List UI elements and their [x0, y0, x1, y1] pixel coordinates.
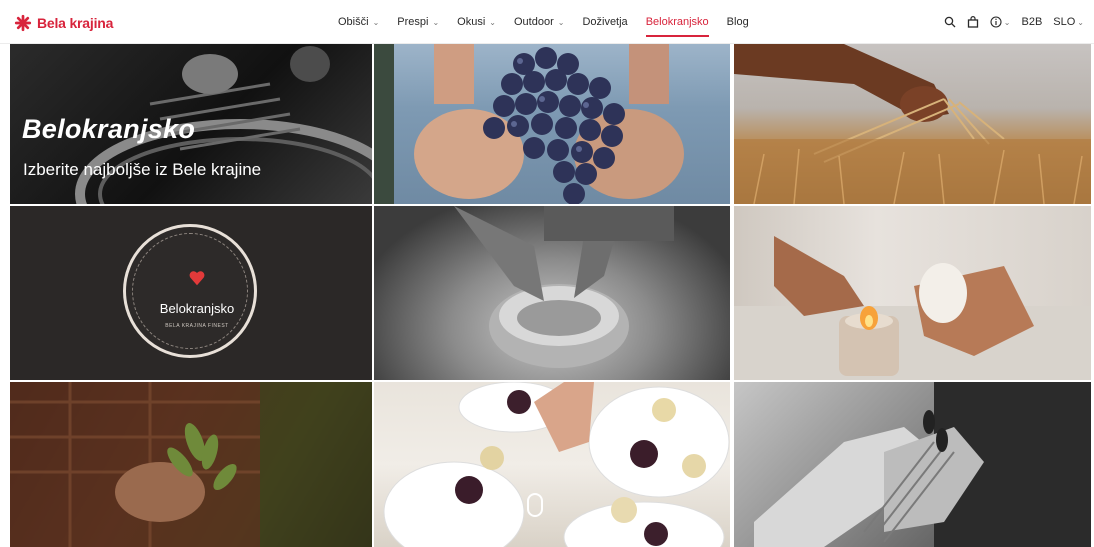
- pottery-tile[interactable]: [374, 206, 730, 380]
- egg-painting-image: [734, 236, 1091, 380]
- nav-item-dozivetja[interactable]: Doživetja: [582, 0, 627, 44]
- nav-item-outdoor[interactable]: Outdoor ⌄: [514, 0, 564, 44]
- nav-label: Prespi: [397, 16, 429, 28]
- info-button[interactable]: ⌄: [990, 16, 1011, 28]
- heart-icon: [189, 271, 205, 286]
- language-selector[interactable]: SLO ⌄: [1053, 16, 1084, 28]
- b2b-link[interactable]: B2B: [1021, 16, 1042, 28]
- badge-ring: Belokranjsko BELA KRAJINA FINEST: [132, 233, 248, 349]
- shopping-bag-icon: [967, 16, 978, 28]
- chevron-down-icon: ⌄: [1077, 17, 1084, 27]
- knitting-tile[interactable]: [734, 382, 1091, 547]
- brand-badge: Belokranjsko BELA KRAJINA FINEST: [123, 224, 257, 358]
- egg-painting-tile[interactable]: [734, 206, 1091, 380]
- hero-title: Belokranjsko: [22, 114, 196, 144]
- grapes-image: [374, 44, 684, 204]
- scroll-indicator: [527, 493, 543, 517]
- wheat-image: [734, 44, 1091, 204]
- site-logo[interactable]: Bela krajina: [14, 14, 113, 32]
- chevron-down-icon: ⌄: [1003, 17, 1011, 27]
- knitting-image: [754, 382, 1091, 547]
- nav-item-obisci[interactable]: Obišči ⌄: [338, 0, 379, 44]
- nav-label: Belokranjsko: [645, 16, 709, 28]
- chevron-down-icon: ⌄: [372, 17, 380, 27]
- pottery-image: [454, 206, 674, 368]
- info-icon: [990, 16, 1002, 28]
- nav-label: Obišči: [338, 16, 369, 28]
- header-tools: ⌄ B2B SLO ⌄: [944, 0, 1084, 44]
- brand-badge-tile[interactable]: Belokranjsko BELA KRAJINA FINEST: [10, 206, 372, 380]
- herbs-tile[interactable]: [10, 382, 372, 547]
- search-icon: [944, 16, 956, 28]
- logo-text: Bela krajina: [37, 15, 114, 31]
- chevron-down-icon: ⌄: [489, 17, 496, 27]
- badge-title: Belokranjsko: [159, 301, 235, 316]
- nav-item-blog[interactable]: Blog: [727, 0, 749, 44]
- cart-button[interactable]: [967, 16, 979, 28]
- search-button[interactable]: [944, 16, 956, 28]
- flower-logo-icon: [14, 14, 32, 32]
- nav-label: Blog: [726, 16, 749, 28]
- hero-tile: Belokranjsko Izberite najboljše iz Bele …: [10, 44, 372, 204]
- food-image: [383, 382, 730, 547]
- grapes-tile[interactable]: [374, 44, 730, 204]
- image-grid: Belokranjsko Izberite najboljše iz Bele …: [10, 44, 1091, 547]
- nav-item-okusi[interactable]: Okusi ⌄: [457, 0, 496, 44]
- herbs-image: [10, 382, 372, 547]
- nav-label: Okusi: [457, 16, 486, 28]
- nav-label: Doživetja: [582, 16, 628, 28]
- main-nav: Obišči ⌄ Prespi ⌄ Okusi ⌄ Outdoor ⌄ Doži…: [338, 0, 749, 44]
- chevron-down-icon: ⌄: [432, 17, 440, 27]
- nav-label: Outdoor: [513, 16, 554, 28]
- language-label: SLO: [1053, 16, 1076, 28]
- nav-item-belokranjsko[interactable]: Belokranjsko: [645, 0, 709, 44]
- chevron-down-icon: ⌄: [557, 17, 565, 27]
- badge-subtitle: BELA KRAJINA FINEST: [165, 323, 229, 329]
- wheat-tile[interactable]: [734, 44, 1091, 204]
- nav-item-prespi[interactable]: Prespi ⌄: [397, 0, 439, 44]
- site-header: Bela krajina Obišči ⌄ Prespi ⌄ Okusi ⌄ O…: [0, 0, 1094, 44]
- food-tile[interactable]: [374, 382, 730, 547]
- b2b-label: B2B: [1021, 16, 1043, 28]
- hero-subtitle: Izberite najboljše iz Bele krajine: [23, 160, 262, 179]
